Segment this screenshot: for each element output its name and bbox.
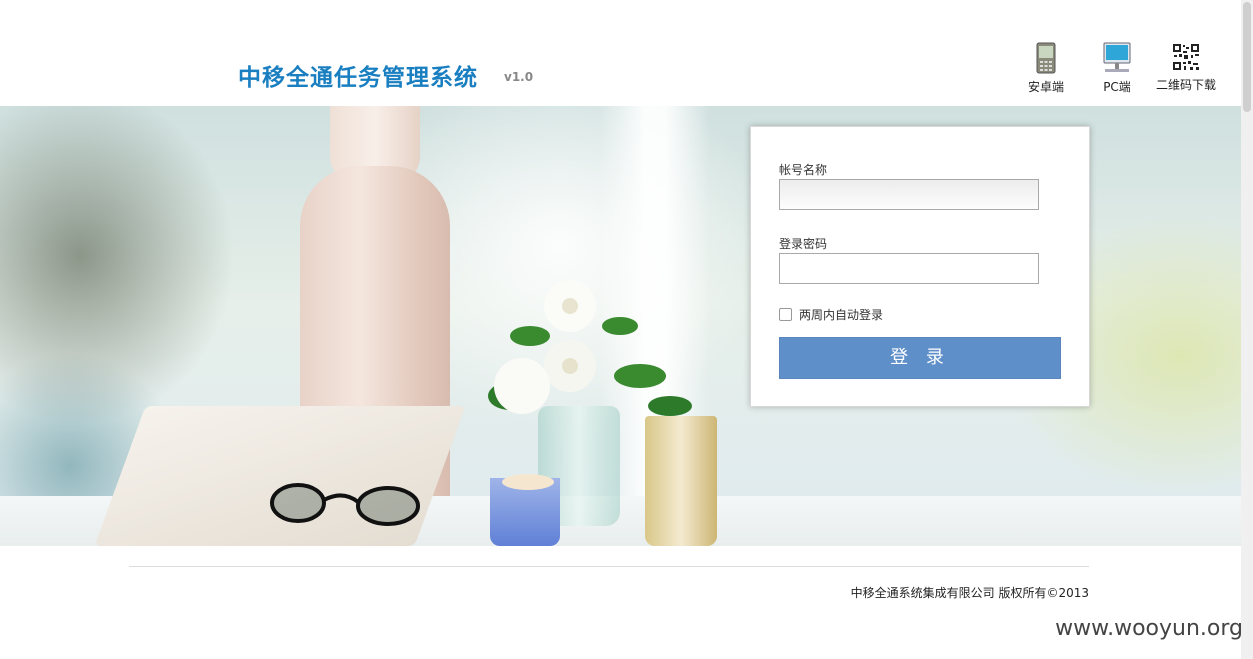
password-input[interactable] bbox=[779, 253, 1039, 284]
watermark-text: www.wooyun.org bbox=[1055, 616, 1243, 641]
header: 中移全通任务管理系统 v1.0 安卓端 PC端 二维码下载 bbox=[0, 0, 1241, 106]
version-label: v1.0 bbox=[504, 70, 534, 84]
remember-me-row[interactable]: 两周内自动登录 bbox=[779, 306, 883, 323]
username-label: 帐号名称 bbox=[779, 163, 828, 177]
app-title: 中移全通任务管理系统 bbox=[238, 65, 478, 91]
copyright-text: 中移全通系统集成有限公司 版权所有©2013 bbox=[850, 586, 1089, 600]
scrollbar-thumb[interactable] bbox=[1243, 2, 1251, 112]
footer-divider bbox=[129, 566, 1089, 567]
qr-download-link[interactable]: 二维码下载 bbox=[1154, 42, 1218, 93]
remember-me-checkbox[interactable] bbox=[779, 308, 792, 321]
pc-download-link[interactable]: PC端 bbox=[1098, 42, 1136, 95]
android-download-label: 安卓端 bbox=[1027, 80, 1064, 94]
qr-download-label: 二维码下载 bbox=[1155, 78, 1216, 92]
login-panel: 帐号名称 登录密码 两周内自动登录 登 录 bbox=[750, 126, 1090, 407]
username-input[interactable] bbox=[779, 179, 1039, 210]
pc-download-label: PC端 bbox=[1103, 80, 1131, 94]
remember-me-label: 两周内自动登录 bbox=[799, 308, 884, 322]
pc-monitor-icon bbox=[1103, 42, 1131, 72]
qr-code-icon bbox=[1172, 43, 1200, 71]
password-label: 登录密码 bbox=[779, 237, 828, 251]
login-button[interactable]: 登 录 bbox=[779, 337, 1061, 379]
android-download-link[interactable]: 安卓端 bbox=[1026, 42, 1066, 95]
android-phone-icon bbox=[1036, 42, 1056, 74]
